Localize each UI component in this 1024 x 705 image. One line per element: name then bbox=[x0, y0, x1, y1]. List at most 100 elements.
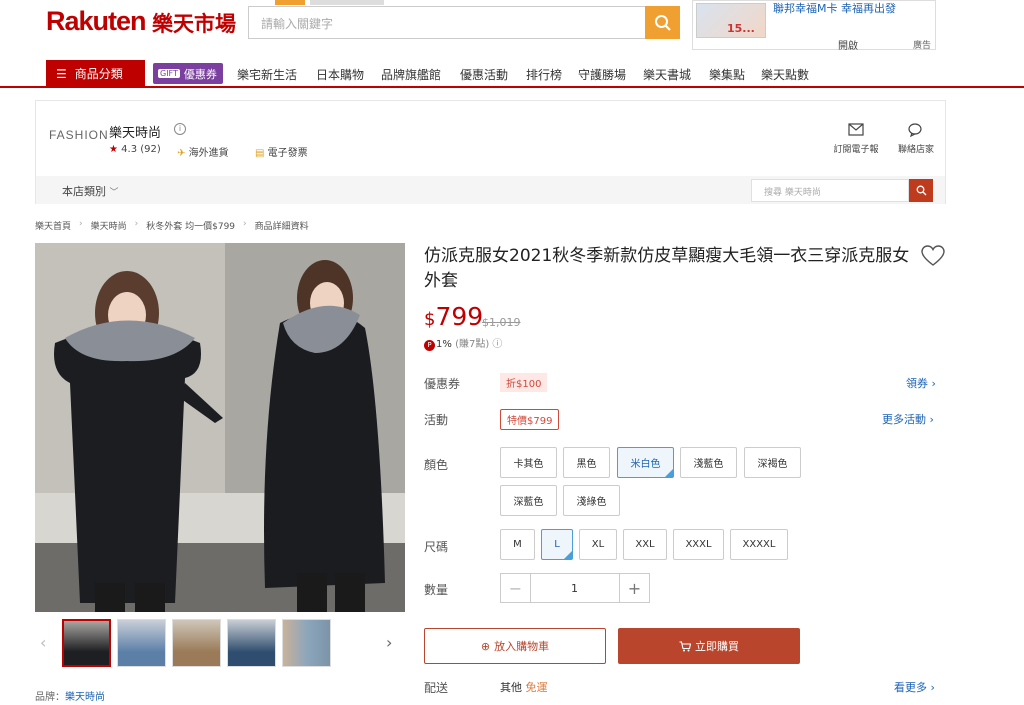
product-title: 仿派克服女2021秋冬季新款仿皮草顯瘦大毛領一衣三穿派克服女外套 bbox=[424, 246, 910, 291]
points-note: (賺7點) bbox=[455, 339, 490, 350]
rakuten-logo-cn[interactable]: 樂天市場 bbox=[152, 8, 236, 38]
store-search-input[interactable]: 搜尋 樂天時尚 bbox=[751, 179, 909, 202]
search-input[interactable]: 請輸入關鍵字 bbox=[248, 6, 645, 39]
ad-image: 15... bbox=[696, 3, 766, 38]
invoice-label: 電子發票 bbox=[267, 148, 308, 159]
info-icon[interactable]: ⓘ bbox=[492, 339, 502, 350]
color-option[interactable]: 深褐色 bbox=[744, 447, 801, 478]
size-option[interactable]: XXXL bbox=[673, 529, 724, 560]
heart-icon bbox=[921, 245, 945, 266]
size-option[interactable]: XXXXL bbox=[730, 529, 788, 560]
plus-circle-icon: ⊕ bbox=[480, 639, 491, 653]
store-name[interactable]: 樂天時尚 bbox=[109, 122, 161, 141]
breadcrumb-item[interactable]: 樂天時尚 bbox=[91, 219, 127, 232]
ad-price: 15... bbox=[727, 22, 755, 35]
brand-link[interactable]: 樂天時尚 bbox=[65, 692, 105, 703]
contact-store-button[interactable]: 聯絡店家 bbox=[892, 123, 940, 155]
more-events-link[interactable]: 更多活動 › bbox=[882, 411, 934, 427]
more-events-label: 更多活動 bbox=[882, 413, 926, 426]
info-icon[interactable]: i bbox=[174, 123, 186, 135]
nav-link[interactable]: 樂宅新生活 bbox=[237, 66, 297, 83]
color-option-selected[interactable]: 米白色 bbox=[617, 447, 674, 478]
buy-now-label: 立即購買 bbox=[695, 640, 739, 653]
breadcrumb: 樂天首頁 › 樂天時尚 › 秋冬外套 均一價$799 › 商品詳細資料 bbox=[35, 219, 309, 232]
size-option-selected[interactable]: L bbox=[541, 529, 573, 560]
brand-label: 品牌： bbox=[35, 692, 65, 703]
free-shipping-tag: 免運 bbox=[525, 681, 548, 694]
search-button[interactable] bbox=[645, 6, 680, 39]
thumbnail[interactable] bbox=[282, 619, 331, 667]
store-search-button[interactable] bbox=[909, 179, 933, 202]
nav-link[interactable]: 排行榜 bbox=[526, 66, 562, 83]
nav-link[interactable]: 樂天書城 bbox=[643, 66, 691, 83]
category-menu-button[interactable]: ☰ 商品分類 bbox=[46, 60, 145, 87]
nav-link[interactable]: 優惠活動 bbox=[460, 66, 508, 83]
product-main-image[interactable] bbox=[35, 243, 405, 612]
breadcrumb-item: 商品詳細資料 bbox=[254, 222, 309, 232]
ad-open-link[interactable]: 開啟 bbox=[838, 37, 858, 52]
rakuten-logo[interactable]: Rakuten bbox=[46, 6, 147, 37]
thumbnail-strip bbox=[62, 619, 331, 667]
star-icon: ★ bbox=[109, 144, 118, 155]
chevron-down-icon: ﹀ bbox=[109, 188, 119, 198]
color-option[interactable]: 深藍色 bbox=[500, 485, 557, 516]
nav-link[interactable]: 守護勝場 bbox=[578, 66, 626, 83]
chevron-right-icon: › bbox=[930, 681, 935, 694]
event-tag[interactable]: 特價$799 bbox=[500, 409, 560, 430]
size-option[interactable]: M bbox=[500, 529, 535, 560]
nav-link[interactable]: 樂天點數 bbox=[761, 66, 809, 83]
header-tab[interactable] bbox=[310, 0, 384, 5]
qty-decrement-button[interactable]: − bbox=[500, 573, 531, 603]
coupon-tag[interactable]: 折$100 bbox=[500, 373, 548, 392]
chevron-right-icon[interactable]: › bbox=[386, 633, 392, 652]
qty-input[interactable]: 1 bbox=[530, 573, 619, 603]
size-option[interactable]: XXL bbox=[623, 529, 667, 560]
nav-link[interactable]: 樂集點 bbox=[709, 66, 745, 83]
store-panel: FASHION 樂天時尚 i ★ 4.3 (92) ✈ 海外進貨 ▤ 電子發票 … bbox=[35, 100, 946, 204]
chevron-left-icon[interactable]: ‹ bbox=[40, 633, 46, 652]
ad-tag: 廣告 bbox=[913, 41, 932, 51]
favorite-button[interactable] bbox=[921, 245, 945, 270]
buy-now-button[interactable]: 立即購買 bbox=[618, 628, 800, 664]
ad-title[interactable]: 聯邦幸福M卡 幸福再出發 bbox=[773, 0, 896, 16]
chevron-right-icon: › bbox=[243, 219, 247, 229]
category-menu-label: 商品分類 bbox=[74, 67, 123, 81]
color-option[interactable]: 卡其色 bbox=[500, 447, 557, 478]
header-tab-active[interactable] bbox=[275, 0, 305, 5]
coupon-button[interactable]: GIFT 優惠券 bbox=[153, 63, 223, 84]
get-coupon-link[interactable]: 領券 › bbox=[906, 375, 936, 391]
qty-increment-button[interactable]: + bbox=[619, 573, 650, 603]
store-logo[interactable]: FASHION bbox=[49, 128, 109, 142]
event-row-label: 活動 bbox=[424, 413, 449, 427]
nav-link[interactable]: 品牌旗艦館 bbox=[381, 66, 441, 83]
minus-icon: − bbox=[508, 578, 523, 598]
see-more-link[interactable]: 看更多 › bbox=[894, 679, 935, 695]
see-more-label: 看更多 bbox=[894, 681, 927, 694]
search-icon bbox=[654, 14, 671, 31]
size-option[interactable]: XL bbox=[579, 529, 617, 560]
plus-icon: + bbox=[627, 578, 642, 598]
thumbnail[interactable] bbox=[62, 619, 111, 667]
subscribe-button[interactable]: 訂閱電子報 bbox=[832, 123, 880, 155]
store-rating: ★ 4.3 (92) bbox=[109, 144, 161, 155]
thumbnail[interactable] bbox=[117, 619, 166, 667]
color-option[interactable]: 淺綠色 bbox=[563, 485, 620, 516]
ad-banner[interactable]: 15... 聯邦幸福M卡 幸福再出發 開啟 廣告 bbox=[692, 0, 936, 52]
chevron-right-icon: › bbox=[79, 219, 83, 229]
color-option[interactable]: 黑色 bbox=[563, 447, 610, 478]
cart-icon bbox=[679, 640, 691, 651]
store-category-dropdown[interactable]: 本店類別 ﹀ bbox=[62, 183, 119, 199]
points-info: P 1% (賺7點) ⓘ bbox=[424, 335, 502, 351]
add-to-cart-label: 放入購物車 bbox=[494, 640, 550, 653]
add-to-cart-button[interactable]: ⊕ 放入購物車 bbox=[424, 628, 606, 664]
original-price: $1,019 bbox=[482, 316, 521, 329]
nav-link[interactable]: 日本購物 bbox=[316, 66, 364, 83]
size-row-label: 尺碼 bbox=[424, 540, 449, 554]
breadcrumb-item[interactable]: 樂天首頁 bbox=[35, 219, 71, 232]
color-option[interactable]: 淺藍色 bbox=[680, 447, 737, 478]
thumbnail[interactable] bbox=[172, 619, 221, 667]
breadcrumb-item[interactable]: 秋冬外套 均一價$799 bbox=[146, 219, 235, 232]
coupon-row-label: 優惠券 bbox=[424, 377, 461, 391]
thumbnail[interactable] bbox=[227, 619, 276, 667]
shipping-row-label: 配送 bbox=[424, 681, 449, 695]
